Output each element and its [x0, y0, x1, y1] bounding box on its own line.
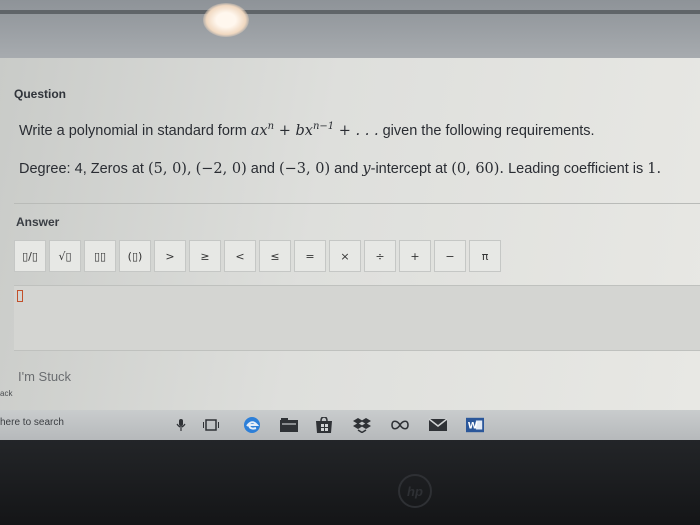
zero-1: (5, 0),: [147, 161, 192, 177]
parentheses-button[interactable]: (▯): [119, 240, 151, 272]
task-view-icon[interactable]: [202, 416, 220, 434]
question-text-line1: Write a polynomial in standard form axn …: [19, 121, 595, 139]
y-intercept: (0, 60).: [451, 161, 505, 177]
sqrt-button[interactable]: √▯: [49, 240, 81, 272]
divide-button[interactable]: ÷: [364, 240, 396, 272]
question-page: Question Write a polynomial in standard …: [0, 58, 700, 410]
hp-logo: hp: [398, 474, 432, 508]
y-variable: y: [362, 161, 371, 177]
exponent-button[interactable]: ▯▯: [84, 240, 116, 272]
leading-coefficient-label: Leading coefficient is: [508, 161, 644, 177]
math-toolbar: ▯/▯ √▯ ▯▯ (▯) > ≥ < ≤ = × ÷ + − π: [14, 240, 700, 276]
section-divider: [14, 203, 700, 204]
im-stuck-link[interactable]: I'm Stuck: [18, 369, 71, 384]
edge-icon[interactable]: [243, 416, 261, 434]
zero-2: (−2, 0): [195, 161, 247, 177]
greater-than-button[interactable]: >: [154, 240, 186, 272]
question-prefix: Write a polynomial in standard form: [19, 122, 247, 139]
svg-text:W: W: [468, 422, 478, 432]
screen: Question Write a polynomial in standard …: [0, 0, 700, 525]
degree-label: Degree:: [19, 161, 71, 177]
answer-input[interactable]: [14, 285, 700, 351]
leading-coefficient-value: 1.: [647, 161, 662, 177]
mail-icon[interactable]: [429, 416, 447, 434]
answer-label: Answer: [16, 215, 60, 229]
dropbox-icon[interactable]: [353, 416, 371, 434]
zero-3: (−3, 0): [279, 161, 331, 177]
word-icon[interactable]: W: [466, 416, 484, 434]
fraction-button[interactable]: ▯/▯: [14, 240, 46, 272]
question-text-line2: Degree: 4, Zeros at (5, 0), (−2, 0) and …: [19, 161, 661, 177]
degree-value: 4,: [74, 161, 87, 177]
less-than-button[interactable]: <: [224, 240, 256, 272]
plus-button[interactable]: +: [399, 240, 431, 272]
infinity-icon[interactable]: [391, 416, 409, 434]
file-explorer-icon[interactable]: [280, 416, 298, 434]
question-label: Question: [14, 87, 67, 101]
pi-button[interactable]: π: [469, 240, 501, 272]
intercept-label: -intercept at: [370, 161, 448, 177]
laptop-bezel: hp: [0, 440, 700, 525]
question-suffix: given the following requirements.: [382, 122, 595, 139]
standard-form-expression: axn + bxn−1 + . . .: [250, 121, 379, 139]
and-text-2: and: [334, 161, 359, 177]
multiply-button[interactable]: ×: [329, 240, 361, 272]
input-cursor: [17, 290, 23, 302]
zeros-label: Zeros at: [90, 161, 144, 177]
back-button[interactable]: ack: [0, 389, 12, 398]
browser-top-bar: [0, 0, 700, 58]
greater-equal-button[interactable]: ≥: [189, 240, 221, 272]
minus-button[interactable]: −: [434, 240, 466, 272]
microphone-icon[interactable]: [172, 416, 190, 434]
and-text-1: and: [250, 161, 275, 177]
windows-taskbar: here to search W: [0, 410, 700, 440]
taskbar-search-box[interactable]: here to search: [0, 417, 64, 428]
store-icon[interactable]: [315, 416, 333, 434]
light-glare: [203, 3, 249, 37]
equals-button[interactable]: =: [294, 240, 326, 272]
less-equal-button[interactable]: ≤: [259, 240, 291, 272]
top-bar-divider: [0, 10, 700, 14]
